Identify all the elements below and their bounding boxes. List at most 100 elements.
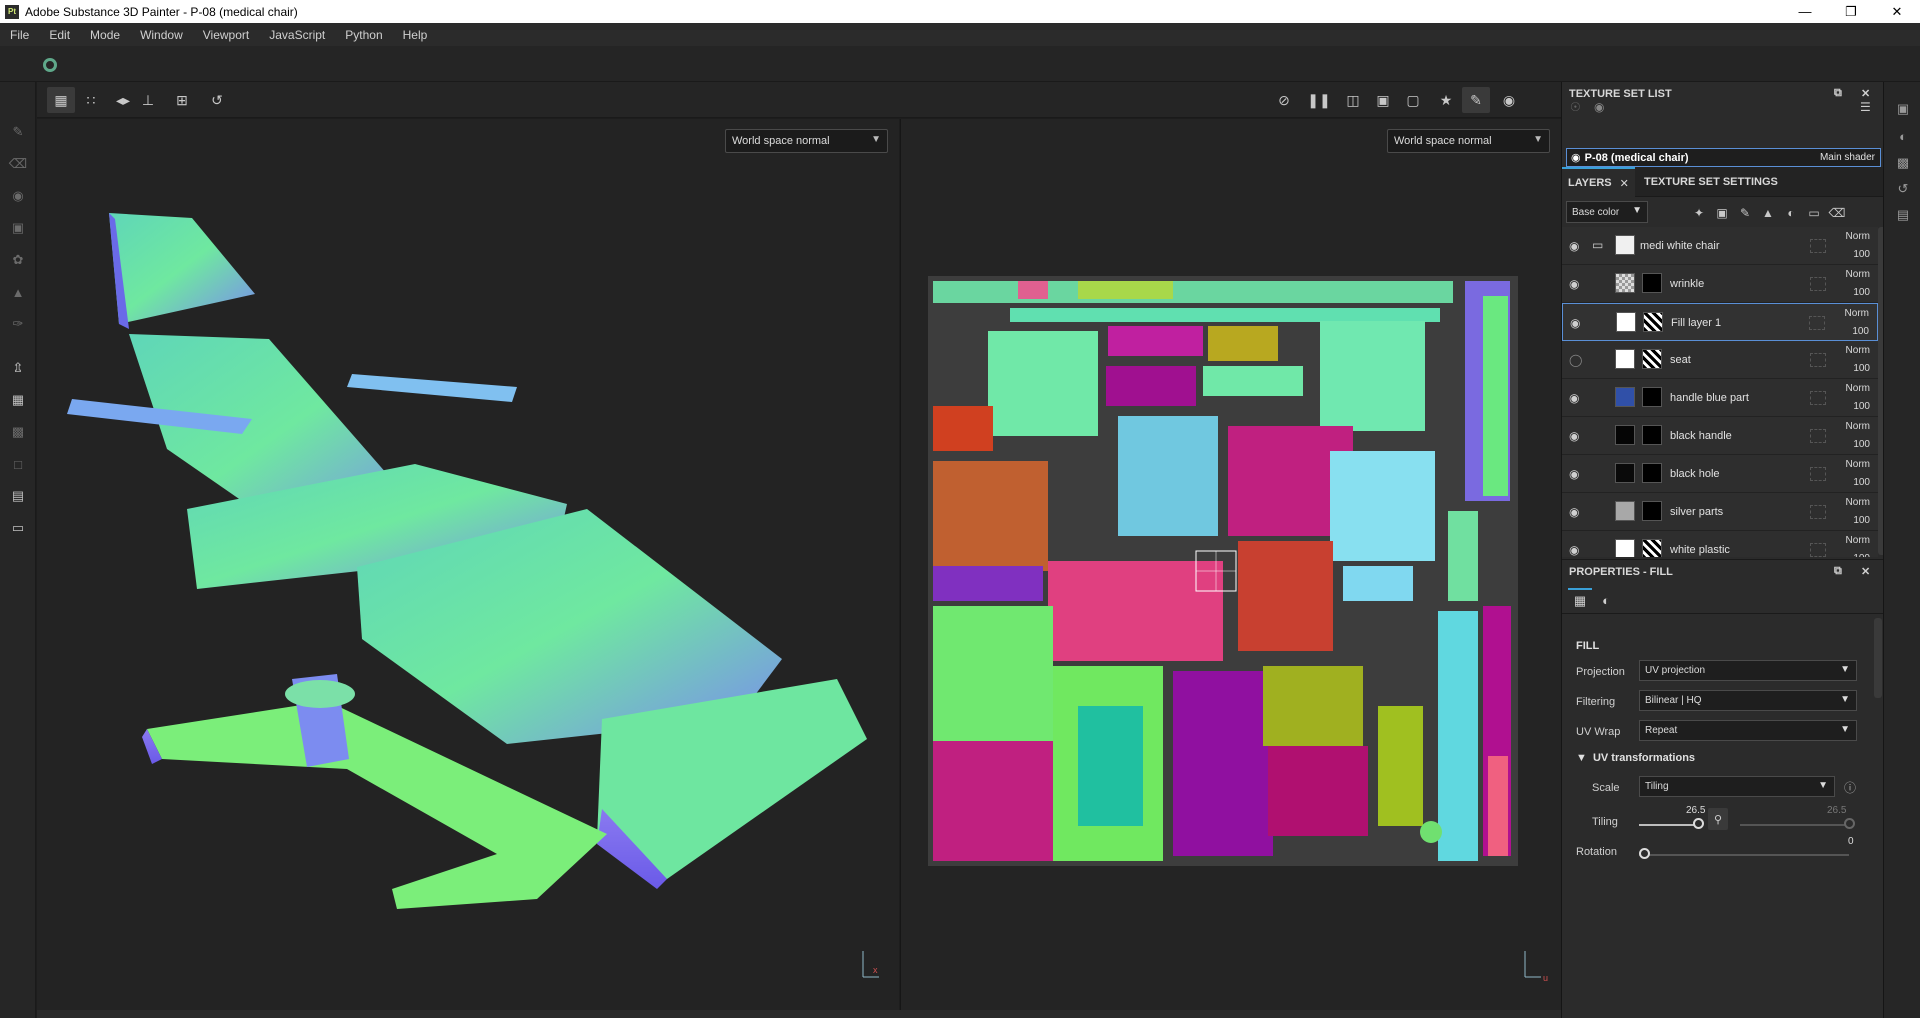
eye-icon[interactable]: ◉ <box>1594 100 1604 114</box>
close-tab-icon[interactable]: ✕ <box>1620 177 1629 190</box>
eye-icon[interactable]: ◉ <box>1569 391 1579 405</box>
blend-mode[interactable]: Norm <box>1846 421 1870 432</box>
undock-icon[interactable]: ⧉ <box>1834 87 1842 100</box>
uv-transform-toggle[interactable]: ▼ UV transformations <box>1576 752 1695 764</box>
shelf-icon[interactable]: ▭ <box>8 518 28 538</box>
tab-layers[interactable]: LAYERS ✕ <box>1562 167 1635 197</box>
hide-ui-icon[interactable]: ⊘ <box>1270 87 1298 113</box>
add-frame-icon[interactable]: ⊞ <box>168 87 196 113</box>
view-mode-select-2d[interactable]: World space normal ▼ <box>1387 129 1550 153</box>
eye-icon[interactable]: ◉ <box>1569 239 1579 253</box>
layer-opacity[interactable]: 100 <box>1853 515 1870 526</box>
folder-icon[interactable]: ▭ <box>1592 238 1603 252</box>
measure-icon[interactable]: □ <box>8 454 28 474</box>
light-icon[interactable]: ★ <box>1432 87 1460 113</box>
blend-mode[interactable]: Norm <box>1846 231 1870 242</box>
menu-window[interactable]: Window <box>130 28 193 42</box>
eraser-icon[interactable]: ⌫ <box>8 154 28 174</box>
eye-icon[interactable]: ◉ <box>1569 505 1579 519</box>
menu-icon[interactable]: ☰ <box>1860 100 1871 114</box>
layer-row[interactable]: ◯ seat Norm 100 <box>1562 341 1878 379</box>
polygon-fill-icon[interactable]: ▣ <box>8 218 28 238</box>
blend-mode[interactable]: Norm <box>1846 383 1870 394</box>
layer-opacity[interactable]: 100 <box>1853 401 1870 412</box>
mask-slot[interactable] <box>1810 543 1826 557</box>
menu-help[interactable]: Help <box>393 28 438 42</box>
viewport-2d-uv[interactable]: World space normal ▼ u <box>900 119 1561 1010</box>
shader-tab-icon[interactable]: ◐ <box>1594 588 1618 612</box>
geometry-mask-icon[interactable]: ▩ <box>8 422 28 442</box>
restore-icon[interactable]: ❐ <box>1828 0 1874 23</box>
symmetry-icon[interactable]: ◂▸ <box>109 87 137 113</box>
info-icon[interactable]: ⓘ <box>1844 779 1856 796</box>
tiling-slider-track[interactable] <box>1639 824 1699 826</box>
channel-select[interactable]: Base color ▼ <box>1566 201 1648 223</box>
undock-icon[interactable]: ⧉ <box>1834 565 1842 578</box>
projection-icon[interactable]: ◉ <box>8 186 28 206</box>
blend-mode[interactable]: Norm <box>1846 269 1870 280</box>
camera-icon[interactable]: ▢ <box>1399 87 1427 113</box>
add-paint-layer-icon[interactable]: ✎ <box>1736 204 1754 222</box>
environment-icon[interactable]: ◐ <box>1894 127 1912 145</box>
add-folder-icon[interactable]: ▭ <box>1805 204 1823 222</box>
layer-opacity[interactable]: 100 <box>1852 326 1869 337</box>
history-icon[interactable]: ↺ <box>203 87 231 113</box>
eye-icon[interactable]: ◉ <box>1570 316 1580 330</box>
grid-view-icon[interactable]: ▦ <box>47 87 75 113</box>
close-panel-icon[interactable]: ✕ <box>1861 87 1870 100</box>
rotation-slider-track[interactable] <box>1639 854 1849 856</box>
material-tab-icon[interactable]: ▦ <box>1568 588 1592 612</box>
plugin-status-icon[interactable] <box>43 58 57 72</box>
blend-mode[interactable]: Norm <box>1846 497 1870 508</box>
menu-viewport[interactable]: Viewport <box>193 28 259 42</box>
properties-scrollbar[interactable] <box>1874 618 1882 698</box>
blend-mode[interactable]: Norm <box>1846 535 1870 546</box>
eye-icon[interactable]: ◉ <box>1569 467 1579 481</box>
eye-icon[interactable]: ◉ <box>1569 429 1579 443</box>
menu-file[interactable]: File <box>0 28 39 42</box>
layer-row[interactable]: ◉ silver parts Norm 100 <box>1562 493 1878 531</box>
blend-mode[interactable]: Norm <box>1846 459 1870 470</box>
bake-icon[interactable]: ⇫ <box>8 358 28 378</box>
add-mask-icon[interactable]: ▣ <box>1713 204 1731 222</box>
layer-opacity[interactable]: 100 <box>1853 363 1870 374</box>
delete-layer-icon[interactable]: ⌫ <box>1828 204 1846 222</box>
assets-icon[interactable]: ▩ <box>1894 154 1912 172</box>
mask-slot[interactable] <box>1810 239 1826 253</box>
viewport-3d[interactable]: World space normal ▼ x <box>37 119 899 1010</box>
layer-row[interactable]: ◉ Fill layer 1 Norm 100 <box>1562 303 1878 341</box>
tiling-value[interactable]: 26.5 <box>1686 805 1705 816</box>
eye-closed-icon[interactable]: ◯ <box>1569 353 1582 367</box>
add-fill-layer-icon[interactable]: ▲ <box>1759 204 1777 222</box>
tab-texture-set-settings[interactable]: TEXTURE SET SETTINGS <box>1644 167 1778 197</box>
eye-icon[interactable]: ◉ <box>1571 151 1581 164</box>
tiling-slider-knob[interactable] <box>1693 818 1704 829</box>
close-icon[interactable]: ✕ <box>1874 0 1920 23</box>
clone-stamp-icon[interactable]: ▲ <box>8 282 28 302</box>
pause-icon[interactable]: ❚❚ <box>1305 87 1333 113</box>
align-icon[interactable]: ⊥ <box>134 87 162 113</box>
projection-select[interactable]: UV projection ▼ <box>1639 660 1857 681</box>
layer-opacity[interactable]: 100 <box>1853 287 1870 298</box>
menu-mode[interactable]: Mode <box>80 28 130 42</box>
blend-mode[interactable]: Norm <box>1846 345 1870 356</box>
layer-row[interactable]: ◉ ▭ medi white chair Norm 100 <box>1562 227 1878 265</box>
paint-mode-icon[interactable]: ✎ <box>1462 87 1490 113</box>
mask-slot[interactable] <box>1810 467 1826 481</box>
shader-name[interactable]: Main shader <box>1820 152 1875 163</box>
add-effect-icon[interactable]: ✦ <box>1690 204 1708 222</box>
history-panel-icon[interactable]: ↺ <box>1894 180 1912 198</box>
lock-icon[interactable]: ⚲ <box>1708 808 1728 830</box>
layer-row[interactable]: ◉ black hole Norm 100 <box>1562 455 1878 493</box>
mask-slot[interactable] <box>1810 353 1826 367</box>
cube-view-icon[interactable]: ▣ <box>1369 87 1397 113</box>
document-icon[interactable]: ▤ <box>8 486 28 506</box>
texture-set-row[interactable]: ◉ P-08 (medical chair) Main shader <box>1566 148 1881 167</box>
uv-wrap-select[interactable]: Repeat ▼ <box>1639 720 1857 741</box>
split-view-icon[interactable]: ◫ <box>1339 87 1367 113</box>
layer-opacity[interactable]: 100 <box>1853 249 1870 260</box>
mask-slot[interactable] <box>1810 505 1826 519</box>
log-icon[interactable]: ▤ <box>1894 206 1912 224</box>
menu-python[interactable]: Python <box>335 28 392 42</box>
layer-row[interactable]: ◉ white plastic Norm 100 <box>1562 531 1878 557</box>
